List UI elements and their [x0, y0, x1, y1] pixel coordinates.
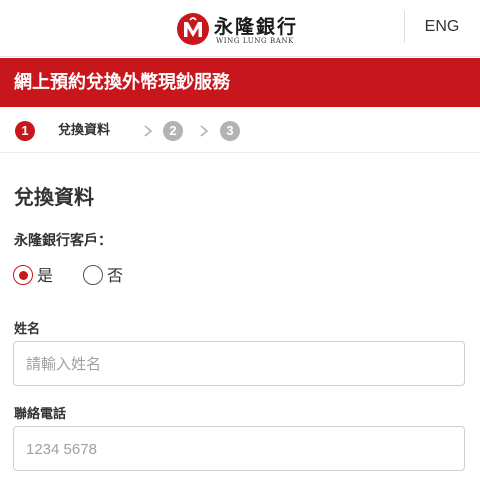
chevron-right-icon: [200, 125, 209, 137]
step-indicator: 1 兌換資料 2 3: [0, 107, 480, 153]
logo-chinese-name: 永隆銀行: [214, 16, 299, 38]
wing-lung-logo-icon: [177, 13, 209, 45]
radio-unchecked-icon: [83, 265, 103, 285]
radio-yes-label: 是: [37, 266, 54, 285]
language-toggle-button[interactable]: ENG: [416, 15, 468, 39]
phone-field-label: 聯絡電話: [14, 407, 67, 422]
customer-no-radio[interactable]: 否: [83, 265, 127, 287]
name-input[interactable]: [13, 341, 465, 386]
step-3-circle: 3: [220, 121, 240, 141]
step-1-label: 兌換資料: [58, 123, 111, 138]
bank-logo[interactable]: 永隆銀行 WING LUNG BANK: [176, 9, 306, 49]
page-banner: 網上預約兌換外幣現鈔服務: [0, 58, 480, 107]
section-title: 兌換資料: [14, 185, 94, 209]
chevron-right-icon: [144, 125, 153, 137]
phone-input[interactable]: [13, 426, 465, 471]
radio-checked-icon: [13, 265, 33, 285]
step-2-circle: 2: [163, 121, 183, 141]
header-divider: [404, 11, 405, 43]
radio-no-label: 否: [107, 266, 124, 285]
top-header: 永隆銀行 WING LUNG BANK ENG: [0, 0, 480, 57]
name-field-label: 姓名: [14, 322, 41, 337]
customer-yes-radio[interactable]: 是: [13, 265, 57, 287]
page-title: 網上預約兌換外幣現鈔服務: [14, 72, 230, 93]
step-1-circle: 1: [15, 121, 35, 141]
radio-dot-icon: [18, 270, 28, 280]
logo-english-name: WING LUNG BANK: [216, 37, 294, 45]
customer-question-label: 永隆銀行客戶：: [14, 233, 112, 249]
